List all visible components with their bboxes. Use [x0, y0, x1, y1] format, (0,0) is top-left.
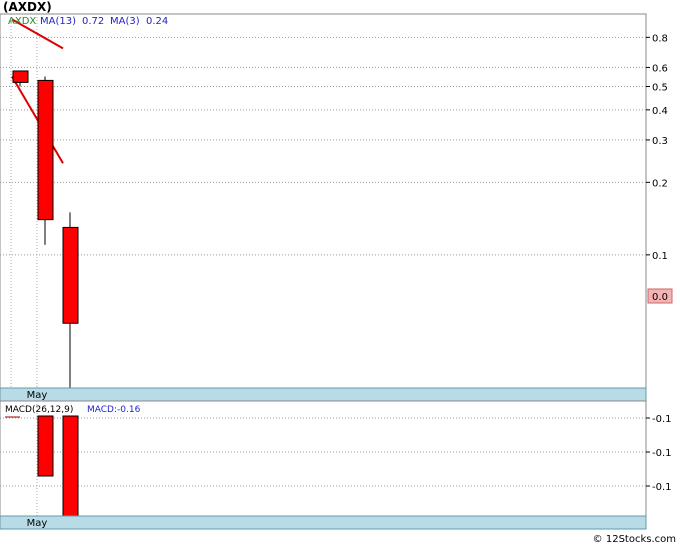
footer-copyright: © 12Stocks.com — [592, 534, 676, 545]
price-y-tick-label: 0.3 — [652, 136, 668, 147]
price-y-tick-label: 0.8 — [652, 33, 668, 44]
legend-ma3-value: 0.24 — [146, 16, 168, 27]
candle-body — [12, 70, 29, 83]
macd-legend-value: MACD:-0.16 — [87, 405, 141, 415]
price-y-tick-label: 0.2 — [652, 178, 668, 189]
macd-y-tick-label: -0.1 — [652, 414, 672, 425]
legend-ma13-label: MA(13) — [40, 16, 76, 27]
price-x-tick-may: May — [27, 390, 48, 401]
legend-ma3-label: MA(3) — [110, 16, 140, 27]
price-axis-ticks: 0.8 0.6 0.5 0.4 0.3 0.2 0.1 — [646, 33, 668, 262]
macd-x-axis-band — [0, 515, 647, 530]
price-panel — [0, 13, 647, 389]
candle-body — [62, 226, 79, 324]
chart-canvas: 0.8 0.6 0.5 0.4 0.3 0.2 0.1 AXDX MA(13) 0.72 M… — [0, 13, 673, 530]
price-y-tick-label: 0.6 — [652, 63, 668, 74]
macd-bar — [37, 415, 54, 477]
price-y-tick-label: 0.4 — [652, 106, 668, 117]
macd-y-tick-label: -0.1 — [652, 482, 672, 493]
legend-ma13-value: 0.72 — [82, 16, 104, 27]
macd-legend-label: MACD(26,12,9) — [5, 405, 73, 415]
price-x-axis-band — [0, 387, 647, 402]
price-y-tick-label: 0.5 — [652, 83, 668, 94]
macd-bar — [62, 415, 79, 517]
legend-ticker: AXDX — [8, 16, 36, 27]
macd-x-tick-may: May — [27, 518, 48, 529]
last-price-label: 0.0 — [652, 292, 668, 303]
macd-y-tick-label: -0.1 — [652, 448, 672, 459]
macd-axis-ticks: -0.1 -0.1 -0.1 — [646, 414, 672, 493]
price-y-tick-label: 0.1 — [652, 251, 668, 262]
candle-body — [37, 79, 54, 221]
